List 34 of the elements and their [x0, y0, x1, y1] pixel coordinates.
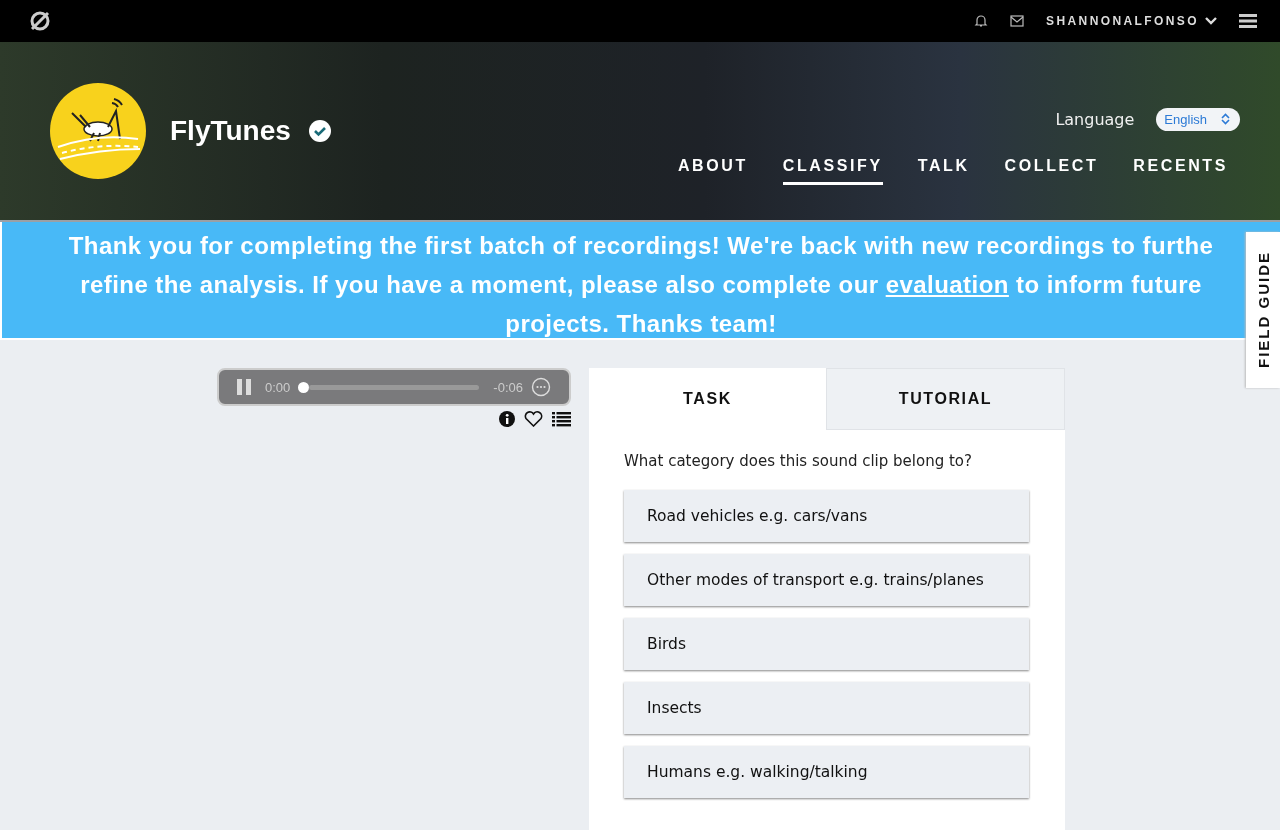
answer-option[interactable]: Birds [624, 618, 1029, 670]
remaining-time: -0:06 [493, 379, 523, 395]
info-icon[interactable] [499, 411, 515, 427]
mail-icon[interactable] [1010, 15, 1025, 27]
task-question: What category does this sound clip belong to? [624, 452, 973, 470]
nav-link[interactable]: CLASSIFY [782, 156, 883, 185]
elapsed-time: 0:00 [265, 379, 291, 395]
user-menu-button[interactable]: SHANNONALFONSO [1046, 14, 1217, 28]
chevron-icon [1205, 17, 1217, 25]
sort-arrows-icon [1221, 113, 1230, 125]
cricket-logo-icon [50, 83, 146, 179]
zooniverse-logo-icon[interactable] [28, 9, 52, 33]
progress-track[interactable] [309, 384, 480, 390]
pause-button[interactable] [237, 379, 251, 395]
nav-link[interactable]: ABOUT [677, 156, 748, 185]
progress-thumb[interactable] [298, 381, 310, 393]
announcement-text: Thank you for completing the first batch of recordings! We're back with new recordings to furthe refine the analysis. If you have a moment, please also complete our evaluation to inform future projects. Thanks team! [67, 231, 1215, 338]
answer-option[interactable]: Road vehicles e.g. cars/vans [624, 490, 1029, 542]
bell-icon[interactable] [974, 14, 989, 28]
nav-link[interactable]: RECENTS [1133, 156, 1228, 185]
nav-link[interactable]: TALK [917, 156, 970, 185]
answer-option[interactable]: Insects [624, 682, 1029, 734]
language-select[interactable]: English [1156, 107, 1240, 131]
heart-icon[interactable] [524, 411, 543, 427]
more-options-icon[interactable] [531, 377, 551, 397]
field-guide-tab[interactable]: FIELD GUIDE [1246, 232, 1280, 388]
list-icon[interactable] [552, 411, 571, 427]
project-title[interactable]: FlyTunes [170, 115, 291, 147]
nav-link[interactable]: COLLECT [1004, 156, 1099, 185]
answer-option[interactable]: Other modes of transport e.g. trains/planes [624, 554, 1029, 606]
menu-icon[interactable] [1239, 13, 1257, 29]
task-tab[interactable]: TUTORIAL [826, 368, 1065, 430]
answer-option[interactable]: Humans e.g. walking/talking [624, 746, 1029, 798]
language-label: Language [1055, 109, 1135, 129]
